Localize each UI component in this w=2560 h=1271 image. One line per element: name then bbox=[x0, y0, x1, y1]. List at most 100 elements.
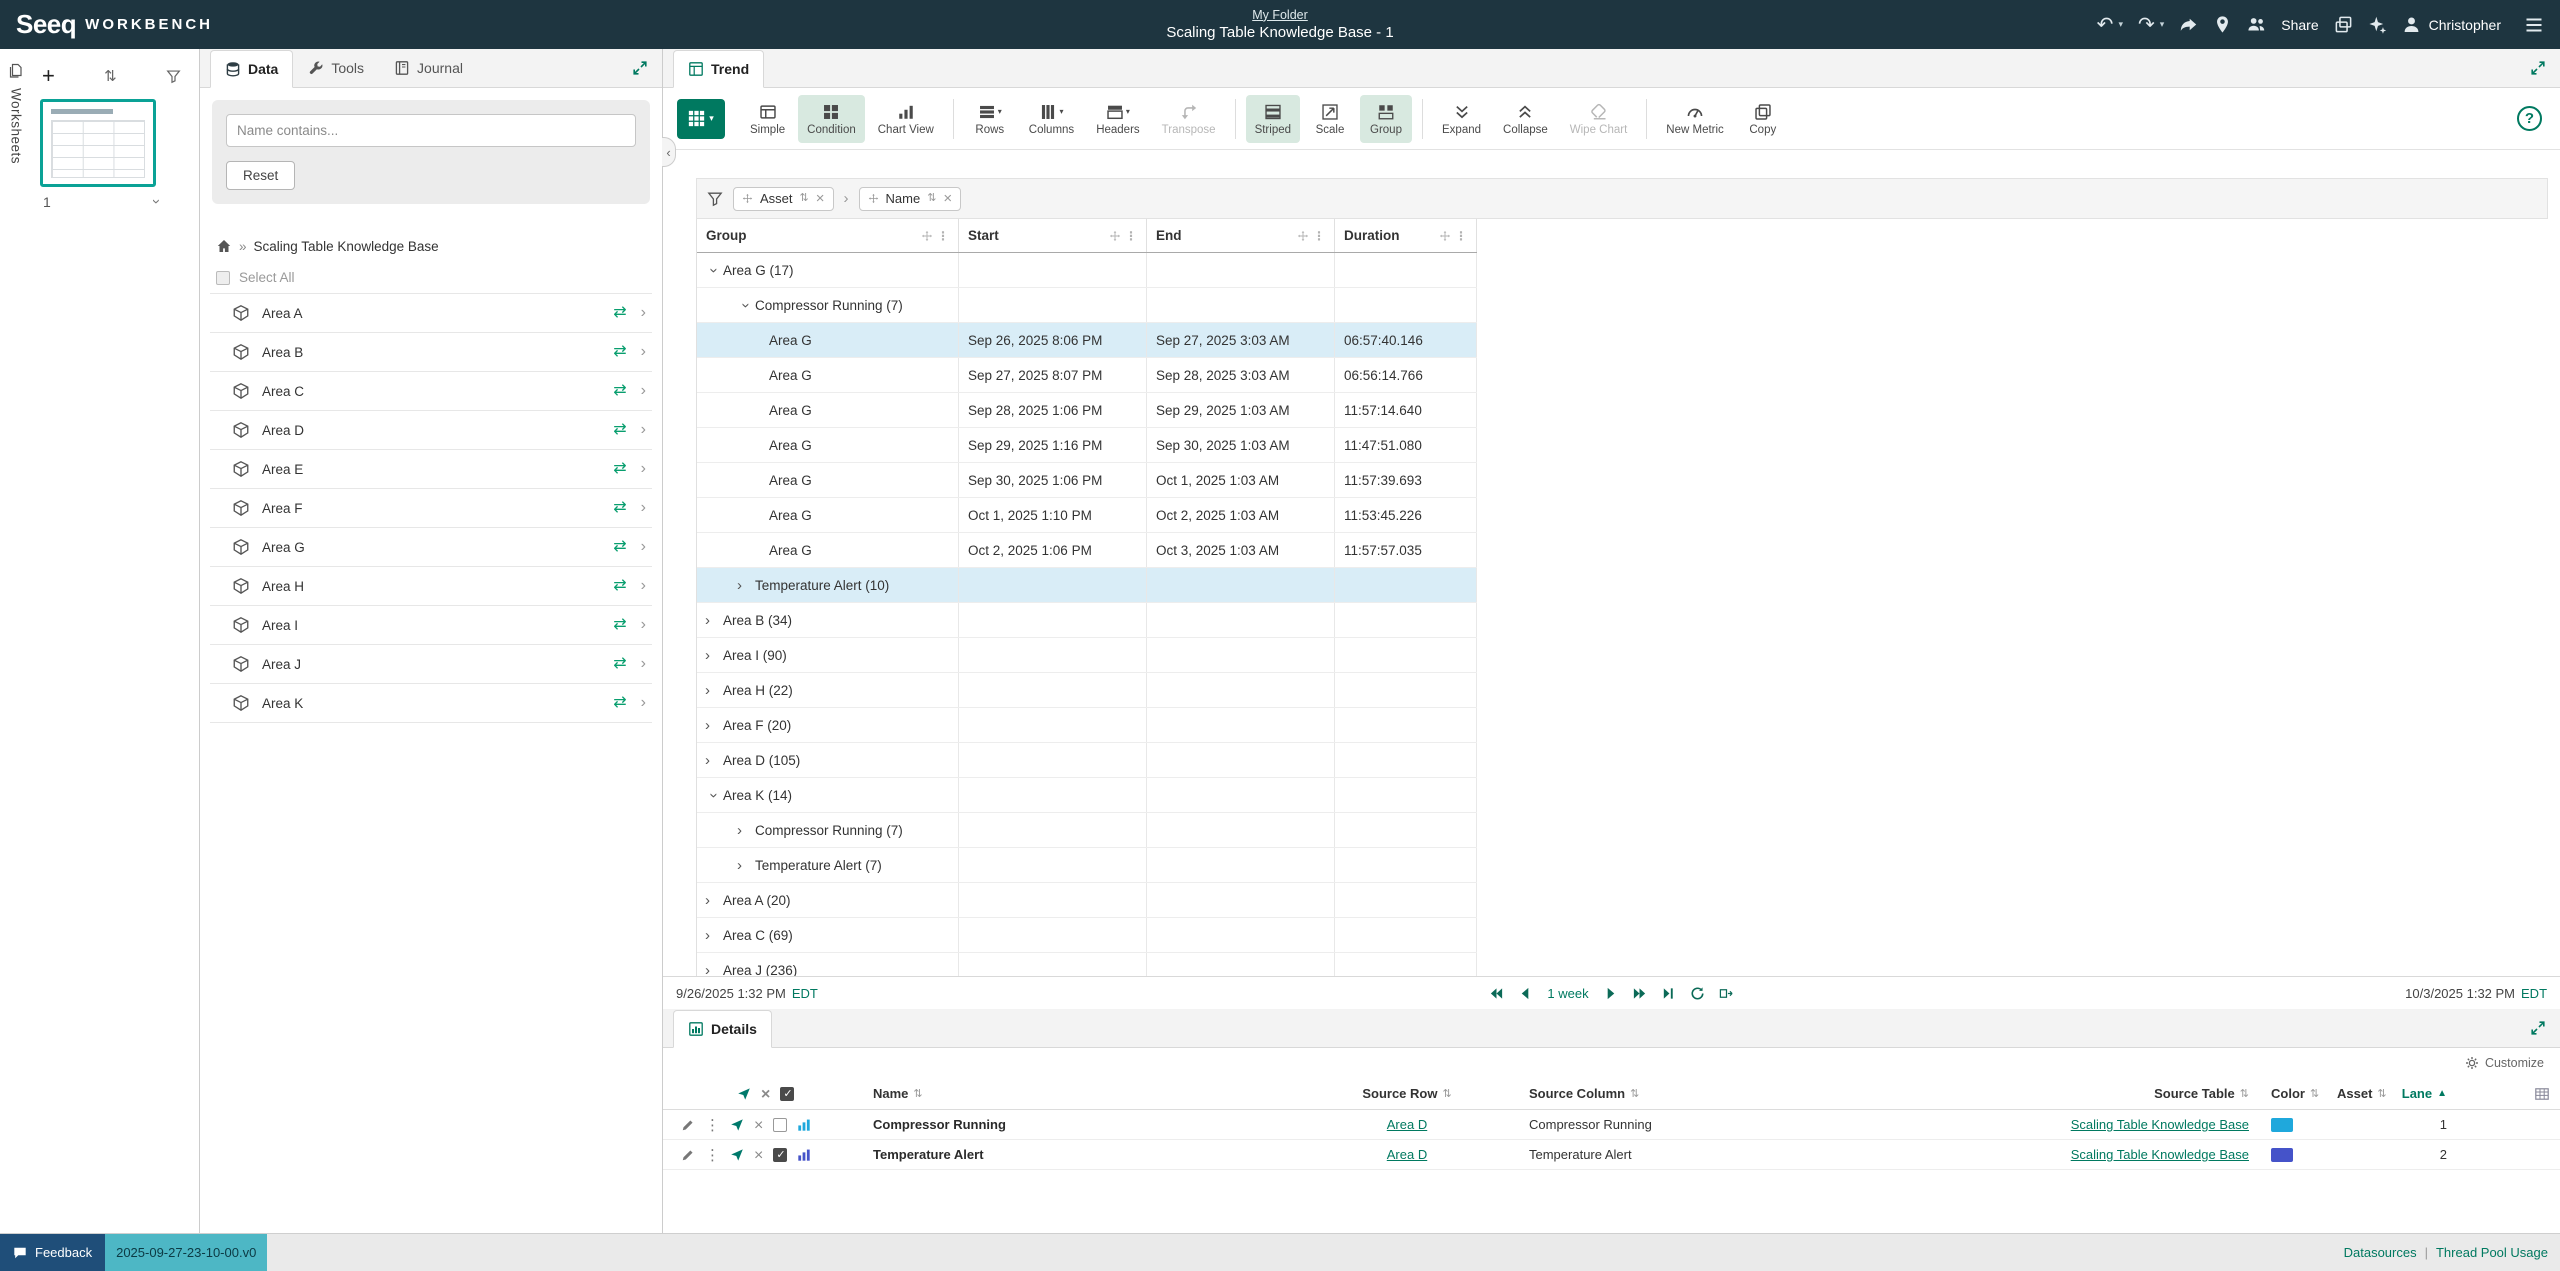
trend-table-row[interactable]: Area GSep 28, 2025 1:06 PMSep 29, 2025 1… bbox=[697, 393, 1477, 428]
ai-assistant-icon[interactable] bbox=[2368, 15, 2387, 34]
reset-button[interactable]: Reset bbox=[226, 161, 295, 190]
expand-group-icon[interactable]: › bbox=[705, 718, 723, 733]
column-header-end[interactable]: End ⋮ bbox=[1147, 219, 1335, 252]
toolbar-button-expand[interactable]: Expand bbox=[1433, 95, 1490, 143]
drilldown-chevron-icon[interactable]: › bbox=[641, 305, 646, 321]
drilldown-chevron-icon[interactable]: › bbox=[641, 656, 646, 672]
details-column-source-row[interactable]: Source Row⇅ bbox=[1323, 1078, 1491, 1109]
redo-history-caret-icon[interactable]: ▾ bbox=[2160, 19, 2165, 30]
toolbar-button-new-metric[interactable]: New Metric bbox=[1657, 95, 1733, 143]
drilldown-chevron-icon[interactable]: › bbox=[641, 422, 646, 438]
drilldown-chevron-icon[interactable]: › bbox=[641, 617, 646, 633]
toolbar-button-group[interactable]: Group bbox=[1360, 95, 1412, 143]
source-table-link[interactable]: Scaling Table Knowledge Base bbox=[2071, 1117, 2249, 1132]
search-input[interactable] bbox=[226, 114, 636, 147]
trend-table-row[interactable]: ›Area C (69) bbox=[697, 918, 1477, 953]
asset-list-item[interactable]: Area J⇄› bbox=[210, 645, 652, 684]
move-column-icon[interactable] bbox=[921, 230, 933, 242]
drilldown-chevron-icon[interactable]: › bbox=[641, 461, 646, 477]
sort-icon[interactable]: ⇅ bbox=[913, 1087, 922, 1100]
asset-list-item[interactable]: Area H⇄› bbox=[210, 567, 652, 606]
trend-table-row[interactable]: ›Area H (22) bbox=[697, 673, 1477, 708]
trend-table-row[interactable]: ›Area J (236) bbox=[697, 953, 1477, 976]
column-menu-icon[interactable]: ⋮ bbox=[1455, 230, 1467, 242]
toolbar-button-scale[interactable]: Scale bbox=[1304, 95, 1356, 143]
feedback-button[interactable]: Feedback bbox=[0, 1234, 105, 1271]
remove-chip-icon[interactable]: × bbox=[943, 191, 952, 206]
details-column-source-table[interactable]: Source Table⇅ bbox=[1983, 1078, 2259, 1109]
customize-button[interactable]: Customize bbox=[663, 1048, 2560, 1078]
remove-all-icon[interactable]: × bbox=[761, 1087, 770, 1101]
details-column-name[interactable]: Name⇅ bbox=[863, 1078, 1323, 1109]
drilldown-chevron-icon[interactable]: › bbox=[641, 344, 646, 360]
expand-data-panel-icon[interactable] bbox=[632, 60, 648, 76]
sort-icon[interactable]: ⇅ bbox=[2377, 1087, 2386, 1100]
source-row-link[interactable]: Area D bbox=[1387, 1147, 1427, 1162]
drag-handle-icon[interactable] bbox=[742, 193, 753, 204]
trend-table-row[interactable]: ›Compressor Running (7) bbox=[697, 288, 1477, 323]
expand-group-icon[interactable]: › bbox=[705, 928, 723, 943]
select-all-items-checkbox[interactable] bbox=[780, 1087, 794, 1101]
help-button[interactable]: ? bbox=[2517, 106, 2542, 131]
details-column-color[interactable]: Color⇅ bbox=[2259, 1078, 2333, 1109]
details-row[interactable]: ⋮×Compressor RunningArea DCompressor Run… bbox=[663, 1110, 2560, 1140]
toolbar-button-headers[interactable]: ▾Headers bbox=[1087, 95, 1148, 143]
column-menu-icon[interactable]: ⋮ bbox=[1313, 230, 1325, 242]
trend-table-row[interactable]: Area GOct 2, 2025 1:06 PMOct 3, 2025 1:0… bbox=[697, 533, 1477, 568]
tab-trend[interactable]: Trend bbox=[673, 50, 764, 88]
asset-list-item[interactable]: Area B⇄› bbox=[210, 333, 652, 372]
filter-worksheets-icon[interactable] bbox=[166, 69, 181, 84]
group-chip-name[interactable]: Name ⇅ × bbox=[859, 187, 962, 211]
trend-table-row[interactable]: ›Temperature Alert (10) bbox=[697, 568, 1477, 603]
expand-group-icon[interactable]: › bbox=[737, 858, 755, 873]
user-menu[interactable]: Christopher bbox=[2402, 15, 2501, 34]
swap-asset-icon[interactable]: ⇄ bbox=[613, 422, 626, 438]
sort-icon[interactable]: ⇅ bbox=[2240, 1087, 2249, 1100]
toolbar-button-columns[interactable]: ▾Columns bbox=[1020, 95, 1083, 143]
datasources-link[interactable]: Datasources bbox=[2344, 1245, 2417, 1260]
swap-asset-icon[interactable]: ⇄ bbox=[613, 617, 626, 633]
breadcrumb-current[interactable]: Scaling Table Knowledge Base bbox=[254, 239, 439, 254]
swap-asset-icon[interactable]: ⇄ bbox=[613, 305, 626, 321]
step-forward-full-icon[interactable] bbox=[1632, 986, 1647, 1001]
group-chip-asset[interactable]: Asset ⇅ × bbox=[733, 187, 834, 211]
asset-list-item[interactable]: Area C⇄› bbox=[210, 372, 652, 411]
drag-handle-icon[interactable] bbox=[868, 193, 879, 204]
windows-icon[interactable] bbox=[2334, 15, 2353, 34]
share-button[interactable]: Share bbox=[2281, 17, 2318, 33]
toolbar-button-striped[interactable]: Striped bbox=[1246, 95, 1300, 143]
source-table-link[interactable]: Scaling Table Knowledge Base bbox=[2071, 1147, 2249, 1162]
trend-table-row[interactable]: Area GSep 27, 2025 8:07 PMSep 28, 2025 3… bbox=[697, 358, 1477, 393]
manage-access-icon[interactable] bbox=[2247, 15, 2266, 34]
hamburger-menu-icon[interactable] bbox=[2524, 15, 2544, 35]
trend-table-row[interactable]: ›Area K (14) bbox=[697, 778, 1477, 813]
trend-table-row[interactable]: ›Area A (20) bbox=[697, 883, 1477, 918]
tab-data[interactable]: Data bbox=[210, 50, 293, 88]
copy-time-range-icon[interactable] bbox=[1719, 986, 1734, 1001]
remove-item-icon[interactable]: × bbox=[754, 1118, 763, 1132]
asset-list-item[interactable]: Area K⇄› bbox=[210, 684, 652, 723]
swap-asset-icon[interactable]: ⇄ bbox=[613, 344, 626, 360]
remove-chip-icon[interactable]: × bbox=[816, 191, 825, 206]
tab-journal[interactable]: Journal bbox=[379, 49, 478, 87]
go-to-now-icon[interactable] bbox=[1661, 986, 1676, 1001]
remove-item-icon[interactable]: × bbox=[754, 1148, 763, 1162]
step-back-icon[interactable] bbox=[1518, 986, 1533, 1001]
trend-table-row[interactable]: Area GOct 1, 2025 1:10 PMOct 2, 2025 1:0… bbox=[697, 498, 1477, 533]
sort-icon[interactable]: ⇅ bbox=[1630, 1087, 1639, 1100]
drilldown-chevron-icon[interactable]: › bbox=[641, 695, 646, 711]
collapse-group-icon[interactable]: › bbox=[739, 296, 754, 314]
undo-icon[interactable]: ↶ bbox=[2097, 15, 2114, 35]
duration-link[interactable]: 1 week bbox=[1547, 986, 1588, 1001]
range-start[interactable]: 9/26/2025 1:32 PM bbox=[676, 986, 786, 1001]
swap-asset-icon[interactable]: ⇄ bbox=[613, 695, 626, 711]
worksheet-thumbnail[interactable] bbox=[40, 99, 156, 187]
trend-table-row[interactable]: Area GSep 29, 2025 1:16 PMSep 30, 2025 1… bbox=[697, 428, 1477, 463]
drilldown-chevron-icon[interactable]: › bbox=[641, 539, 646, 555]
folder-breadcrumb-link[interactable]: My Folder bbox=[1166, 9, 1393, 22]
trend-table-row[interactable]: ›Area B (34) bbox=[697, 603, 1477, 638]
range-end[interactable]: 10/3/2025 1:32 PM bbox=[2405, 986, 2515, 1001]
tab-details[interactable]: Details bbox=[673, 1010, 772, 1048]
trend-table-row[interactable]: ›Area D (105) bbox=[697, 743, 1477, 778]
expand-trend-panel-icon[interactable] bbox=[2530, 60, 2546, 76]
